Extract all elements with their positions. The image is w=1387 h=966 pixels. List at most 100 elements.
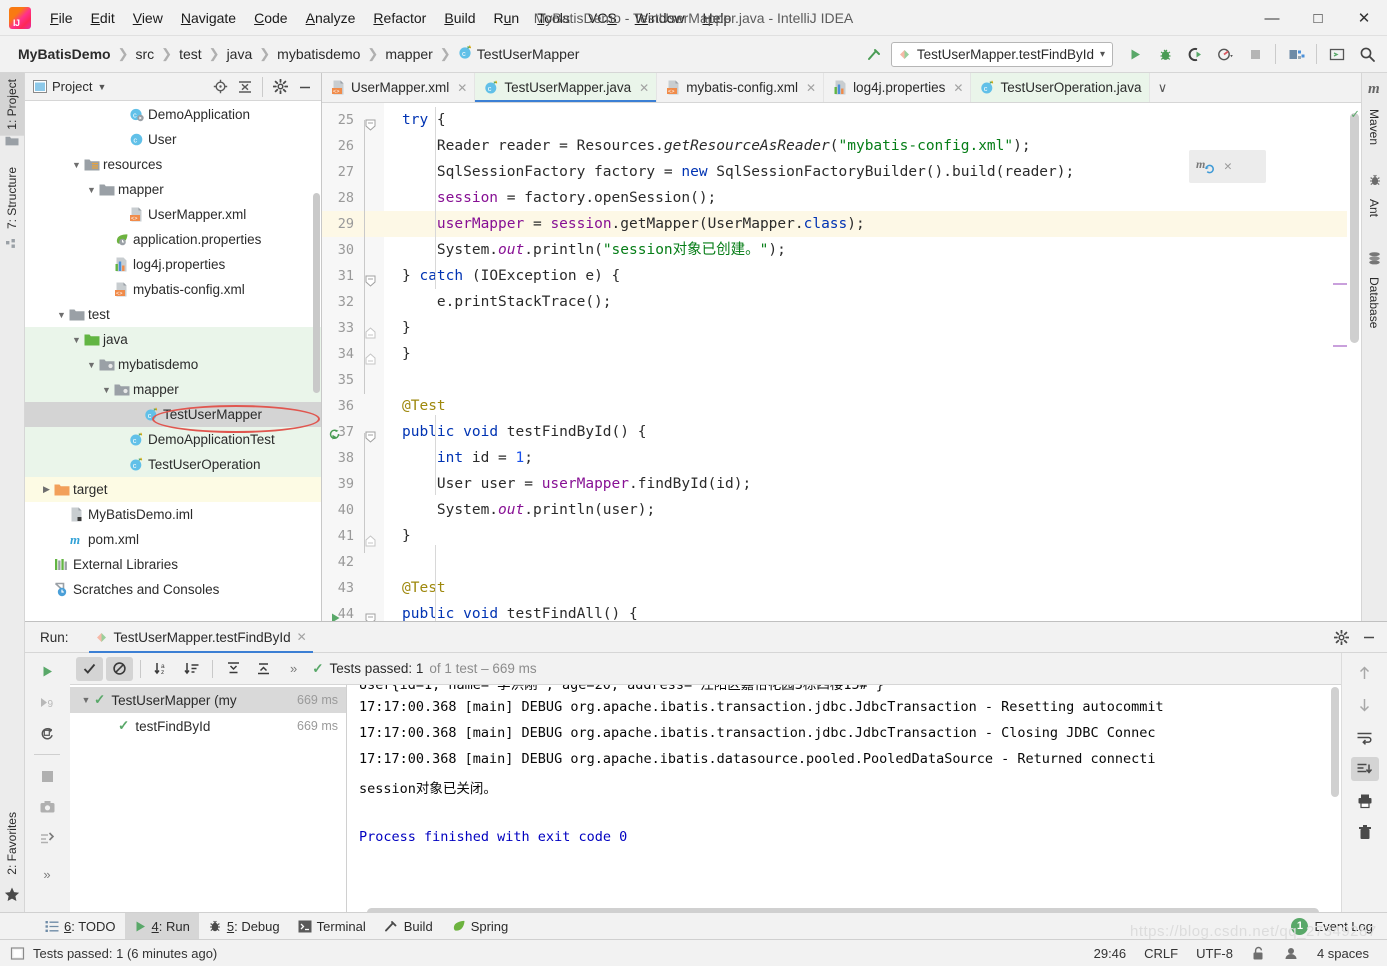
gutter-line[interactable]: 40 [322,497,384,523]
breadcrumb-item-src[interactable]: src [136,46,155,62]
test-node-testfindbyid[interactable]: ✓ testFindById 669 ms [70,713,346,739]
code-line[interactable] [384,549,1347,575]
file-encoding[interactable]: UTF-8 [1196,946,1233,961]
memory-indicator-icon[interactable] [10,946,25,961]
scroll-down-icon[interactable] [1351,693,1379,717]
print-icon[interactable] [1351,789,1379,813]
tree-node-log4j-properties[interactable]: log4j.properties [25,252,321,277]
gutter-line[interactable]: 37 [322,419,384,445]
gutter-line[interactable]: 35 [322,367,384,393]
console-scrollbar[interactable] [1330,685,1340,919]
code-line[interactable]: } [384,315,1347,341]
tree-node-resources[interactable]: ▼ resources [25,152,321,177]
chevron-down-icon[interactable]: ▼ [85,185,98,195]
settings-gear-icon[interactable] [268,76,292,98]
editor-tab-testuseroperation-java[interactable]: c TestUserOperation.java [971,73,1150,102]
test-node-testusermapper-my[interactable]: ▼ ✓ TestUserMapper (my 669 ms [70,687,346,713]
more-actions-icon[interactable]: » [290,661,297,676]
menu-navigate[interactable]: Navigate [172,6,245,30]
code-line[interactable] [384,367,1347,393]
tree-node-mapper[interactable]: ▼ mapper [25,377,321,402]
gutter-line[interactable]: 39 [322,471,384,497]
editor-tab-testusermapper-java[interactable]: c TestUserMapper.java ✕ [475,73,658,102]
breadcrumb-item-mybatisdemo[interactable]: mybatisdemo [277,46,360,62]
tool-window-button-build[interactable]: Build [375,913,442,940]
sidebar-item-ant[interactable]: Ant [1361,193,1387,223]
breadcrumb-item-mapper[interactable]: mapper [385,46,432,62]
collapse-all-icon[interactable] [250,657,277,681]
console-scrollbar-thumb[interactable] [1331,687,1339,797]
code-line[interactable]: } catch (IOException e) { [384,263,1347,289]
gutter-line[interactable]: 42 [322,549,384,575]
menu-refactor[interactable]: Refactor [364,6,435,30]
code-line[interactable]: public void testFindById() { [384,419,1347,445]
menu-view[interactable]: View [124,6,172,30]
code-line[interactable]: e.printStackTrace(); [384,289,1347,315]
close-icon[interactable]: ✕ [953,81,963,95]
menu-code[interactable]: Code [245,6,296,30]
code-line[interactable]: public void testFindAll() { [384,601,1347,621]
clear-all-icon[interactable] [1351,821,1379,845]
sidebar-item-project[interactable]: 1: Project [0,73,24,136]
chevron-down-icon[interactable]: ▾ [1100,49,1105,60]
tool-window-button-terminal[interactable]: Terminal [289,913,375,940]
menu-edit[interactable]: Edit [82,6,124,30]
gutter-line[interactable]: 27 [322,159,384,185]
project-structure-icon[interactable] [1282,41,1310,67]
close-icon[interactable]: ✕ [806,81,816,95]
menu-tools[interactable]: Tools [528,6,579,30]
run-configuration-selector[interactable]: TestUserMapper.testFindById ▾ [890,41,1113,67]
maven-reload-popup[interactable]: m ✕ [1189,150,1266,183]
editor-tab-usermapper-xml[interactable]: <> UserMapper.xml ✕ [322,73,476,102]
run-icon[interactable] [1121,41,1149,67]
tree-node-mybatis-config-xml[interactable]: <> mybatis-config.xml [25,277,321,302]
dump-threads-icon[interactable] [33,795,61,819]
gutter-line[interactable]: 28 [322,185,384,211]
caret-position[interactable]: 29:46 [1094,946,1127,961]
close-icon[interactable]: ✕ [457,81,467,95]
code-line[interactable]: @Test [384,575,1347,601]
scroll-to-end-icon[interactable] [1350,757,1379,781]
scroll-up-icon[interactable] [1351,661,1379,685]
tree-node-external-libraries[interactable]: External Libraries [25,552,321,577]
test-results-tree[interactable]: ▼ ✓ TestUserMapper (my 669 ms ✓ testFindById 6… [70,685,347,919]
menu-file[interactable]: File [41,6,82,30]
chevron-down-icon[interactable]: ▼ [55,310,68,320]
chevron-down-icon[interactable]: ▼ [70,335,83,345]
indent-setting[interactable]: 4 spaces [1317,946,1369,961]
code-line[interactable]: System.out.println(user); [384,497,1347,523]
menu-run[interactable]: Run [484,6,528,30]
editor-scrollbar[interactable] [1347,103,1361,621]
hide-icon[interactable] [1357,626,1381,648]
tool-window-button-6-todo[interactable]: 6: TODO [36,913,125,940]
gutter-line[interactable]: 41 [322,523,384,549]
event-log-button[interactable]: 1 Event Log [1291,917,1387,935]
breadcrumb-item-testusermapper[interactable]: c TestUserMapper [458,45,579,63]
editor-tabs-more-icon[interactable]: ∨ [1150,73,1176,102]
tree-node-mapper[interactable]: ▼ mapper [25,177,321,202]
menu-help[interactable]: Help [694,6,741,30]
gutter-line[interactable]: 29 [322,211,384,237]
fold-open-icon[interactable] [365,270,376,287]
gutter-line[interactable]: 43 [322,575,384,601]
gutter-line[interactable]: 36 [322,393,384,419]
tool-window-button-spring[interactable]: Spring [442,913,518,940]
fold-open-icon[interactable] [365,608,376,621]
gutter-line[interactable]: 26 [322,133,384,159]
settings-gear-icon[interactable] [1329,626,1353,648]
menu-build[interactable]: Build [435,6,484,30]
code-editor[interactable]: 25 26 27 28 29 30 31 32 33 34 35 36 37 38 39 40 41 42 43 44… [322,103,1361,621]
editor-scrollbar-thumb[interactable] [1350,113,1359,343]
debug-icon[interactable] [1151,41,1179,67]
rerun-icon[interactable] [33,659,61,683]
run-tab-testfindbyid[interactable]: TestUserMapper.testFindById ✕ [88,627,313,653]
sort-alphabetically-icon[interactable]: az [148,657,175,681]
editor-tab-log4j-properties[interactable]: log4j.properties ✕ [824,73,972,102]
more-actions-icon[interactable]: » [43,867,50,882]
gutter-line[interactable]: 30 [322,237,384,263]
gutter-line[interactable]: 33 [322,315,384,341]
fold-open-icon[interactable] [365,426,376,443]
chevron-down-icon[interactable]: ▼ [78,695,94,705]
chevron-down-icon[interactable]: ▼ [85,360,98,370]
stop-icon[interactable] [33,764,61,788]
